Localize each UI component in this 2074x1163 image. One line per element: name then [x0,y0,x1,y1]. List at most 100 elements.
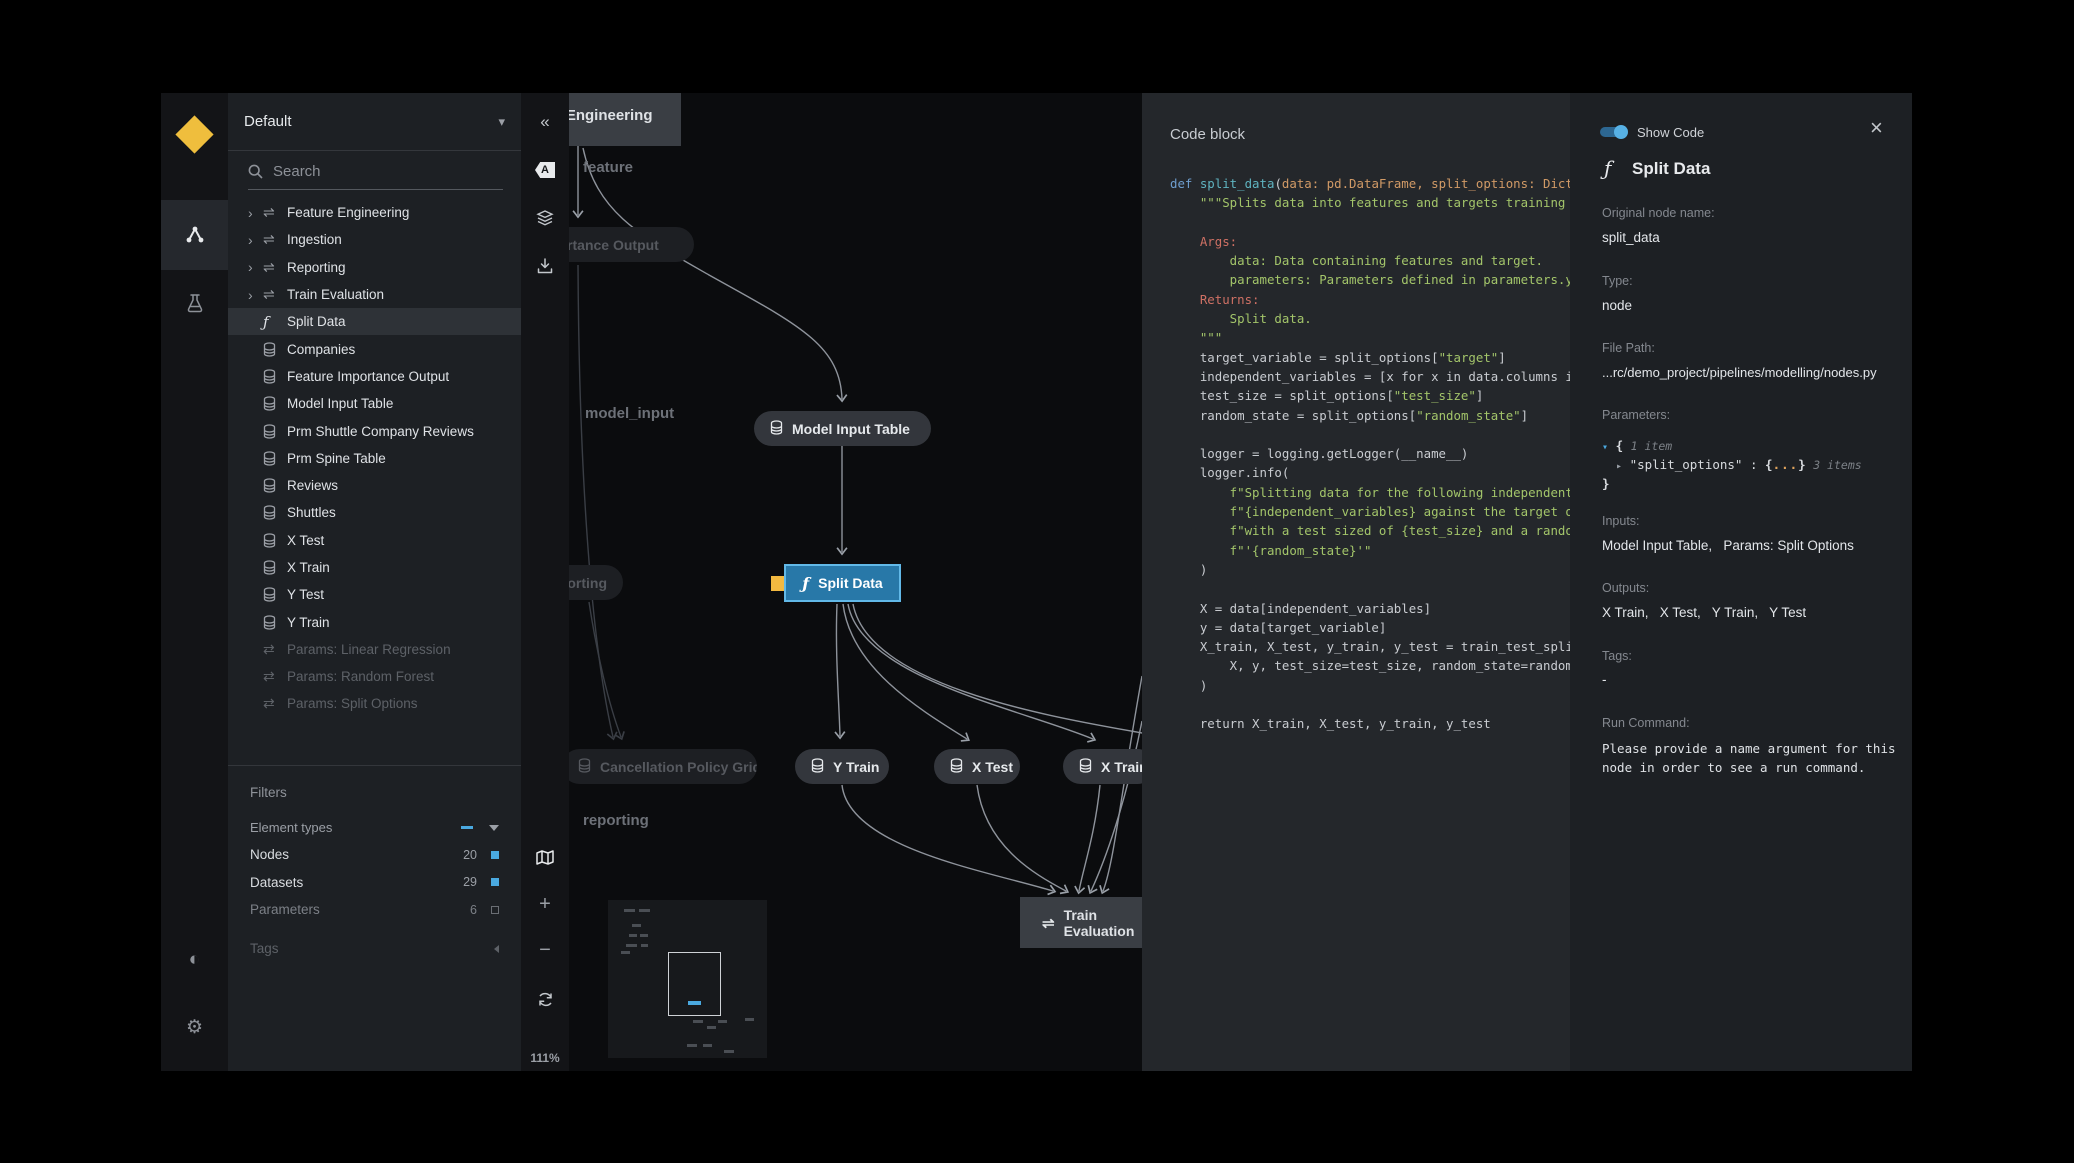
code-block[interactable]: def split_data(data: pd.DataFrame, split… [1170,174,1570,734]
filters-title: Filters [228,777,521,814]
code-line: X = data[independent_variables] [1170,599,1570,618]
search-input[interactable]: Search [228,151,521,191]
field-label: Run Command: [1602,716,1690,730]
collapse-sidebar-button[interactable]: « [521,105,569,139]
chevron-right-icon[interactable]: › [248,232,263,248]
tree-item-x-test[interactable]: X Test [228,527,521,554]
tree-item-shuttles[interactable]: Shuttles [228,499,521,526]
tree-item-params-linear-regression[interactable]: ⇄Params: Linear Regression [228,636,521,663]
tree-item-y-test[interactable]: Y Test [228,581,521,608]
expand-arrow-icon[interactable]: ▾ [1602,442,1608,453]
node-cancellation-policy-grid[interactable]: Cancellation Policy Grid [569,749,757,784]
chevron-right-icon[interactable]: › [248,205,263,221]
filters-section: Filters Element types Nodes 20 Datasets … [228,777,521,962]
code-line: def split_data(data: pd.DataFrame, split… [1170,174,1570,193]
minimap[interactable] [608,900,767,1058]
contrast-icon: ◐ [189,950,200,969]
close-icon[interactable]: × [1870,117,1883,139]
filter-row-nodes[interactable]: Nodes 20 [228,841,521,868]
flowchart-canvas[interactable]: Feature Engineering feature Feature Impo… [569,93,1142,1071]
field-label: File Path: [1602,341,1655,355]
download-icon [537,258,553,274]
search-underline [248,189,503,190]
node-feature-importance-output[interactable]: Feature Importance Output [569,227,694,262]
filter-group-tags[interactable]: Tags [228,935,521,962]
tree-item-x-train[interactable]: X Train [228,554,521,581]
filter-count: 29 [463,875,477,889]
tree-item-reviews[interactable]: Reviews [228,472,521,499]
gear-icon: ⚙ [186,1018,203,1037]
kedro-logo-icon[interactable] [175,115,213,153]
chevron-right-icon[interactable]: › [248,259,263,275]
code-line: """ [1170,328,1570,347]
zoom-in-button[interactable]: + [521,887,569,921]
original-node-name-value: split_data [1602,230,1660,245]
flask-icon [187,294,203,313]
show-code-toggle[interactable] [1600,127,1626,137]
code-line: """Splits data into features and targets… [1170,193,1570,212]
tree-item-prm-spine-table[interactable]: Prm Spine Table [228,445,521,472]
code-panel: Code block def split_data(data: pd.DataF… [1142,93,1570,1071]
pipeline-selector[interactable]: Default ▾ [228,93,521,151]
chevron-right-icon[interactable]: › [248,287,263,303]
tree-item-params-random-forest[interactable]: ⇄Params: Random Forest [228,663,521,690]
node-model-input-table[interactable]: Model Input Table [754,411,931,446]
flowchart-view-button[interactable] [161,200,228,270]
node-train-evaluation[interactable]: ⇌ Train Evaluation [1020,897,1142,948]
checkbox-off-icon[interactable] [491,906,499,914]
tree-item-y-train[interactable]: Y Train [228,608,521,635]
code-line: logger.info( [1170,463,1570,482]
collapse-arrow-icon[interactable] [489,825,499,831]
node-split-data[interactable]: ƒ Split Data [784,564,901,602]
database-icon [950,758,963,776]
minimap-viewport[interactable] [668,952,721,1016]
node-feature-engineering[interactable]: Feature Engineering [569,93,681,146]
code-line: f"with a test sized of {test_size} and a… [1170,521,1570,540]
tree-item-feature-importance-output[interactable]: Feature Importance Output [228,363,521,390]
field-label: Tags: [1602,649,1632,663]
checkbox-on-icon[interactable] [491,878,499,886]
indeterminate-checkbox-icon[interactable] [461,826,473,829]
show-code-label: Show Code [1637,125,1704,140]
outputs-value: X Train, X Test, Y Train, Y Test [1602,605,1806,620]
tree-item-companies[interactable]: Companies [228,335,521,362]
node-y-train[interactable]: Y Train [795,749,889,784]
filter-group-element-types[interactable]: Element types [228,814,521,841]
toggle-layers-button[interactable] [521,201,569,235]
filter-row-parameters[interactable]: Parameters 6 [228,896,521,923]
database-icon [263,615,287,630]
database-icon [263,560,287,575]
code-line: random_state = split_options["random_sta… [1170,406,1570,425]
filter-row-datasets[interactable]: Datasets 29 [228,869,521,896]
node-reporting[interactable]: Reporting [569,565,623,600]
zoom-out-button[interactable]: − [521,933,569,967]
code-line [1170,695,1570,714]
parameters-icon: ⇄ [263,695,287,712]
database-icon [263,505,287,520]
tree-item-params-split-options[interactable]: ⇄Params: Split Options [228,690,521,717]
theme-toggle-button[interactable]: ◐ [161,924,228,994]
tree-item-model-input-table[interactable]: Model Input Table [228,390,521,417]
field-label: Parameters: [1602,408,1670,422]
parameters-json-tree[interactable]: ▾ { 1 item ▸ "split_options" : {...} 3 i… [1602,437,1862,492]
experiment-tracking-button[interactable] [161,268,228,338]
export-button[interactable] [521,249,569,283]
tree-item-split-data[interactable]: ƒSplit Data [228,308,521,335]
metadata-title: Split Data [1632,159,1710,179]
toggle-labels-button[interactable]: A [521,153,569,187]
reset-zoom-button[interactable] [521,982,569,1016]
tree-item-reporting[interactable]: ›⇌Reporting [228,254,521,281]
node-x-train[interactable]: X Train [1063,749,1142,784]
tree-item-train-evaluation[interactable]: ›⇌Train Evaluation [228,281,521,308]
tree-item-feature-engineering[interactable]: ›⇌Feature Engineering [228,199,521,226]
collapsed-arrow-icon[interactable]: ▸ [1616,461,1622,472]
pipeline-icon: ⇌ [263,231,287,248]
tree-item-prm-shuttle-company-reviews[interactable]: Prm Shuttle Company Reviews [228,417,521,444]
node-x-test[interactable]: X Test [934,749,1020,784]
minimap-toggle-button[interactable] [521,840,569,874]
tree-item-ingestion[interactable]: ›⇌Ingestion [228,226,521,253]
checkbox-on-icon[interactable] [491,851,499,859]
settings-button[interactable]: ⚙ [161,992,228,1062]
layer-label-reporting: reporting [583,812,649,829]
minimap-selected-node [688,1001,701,1005]
